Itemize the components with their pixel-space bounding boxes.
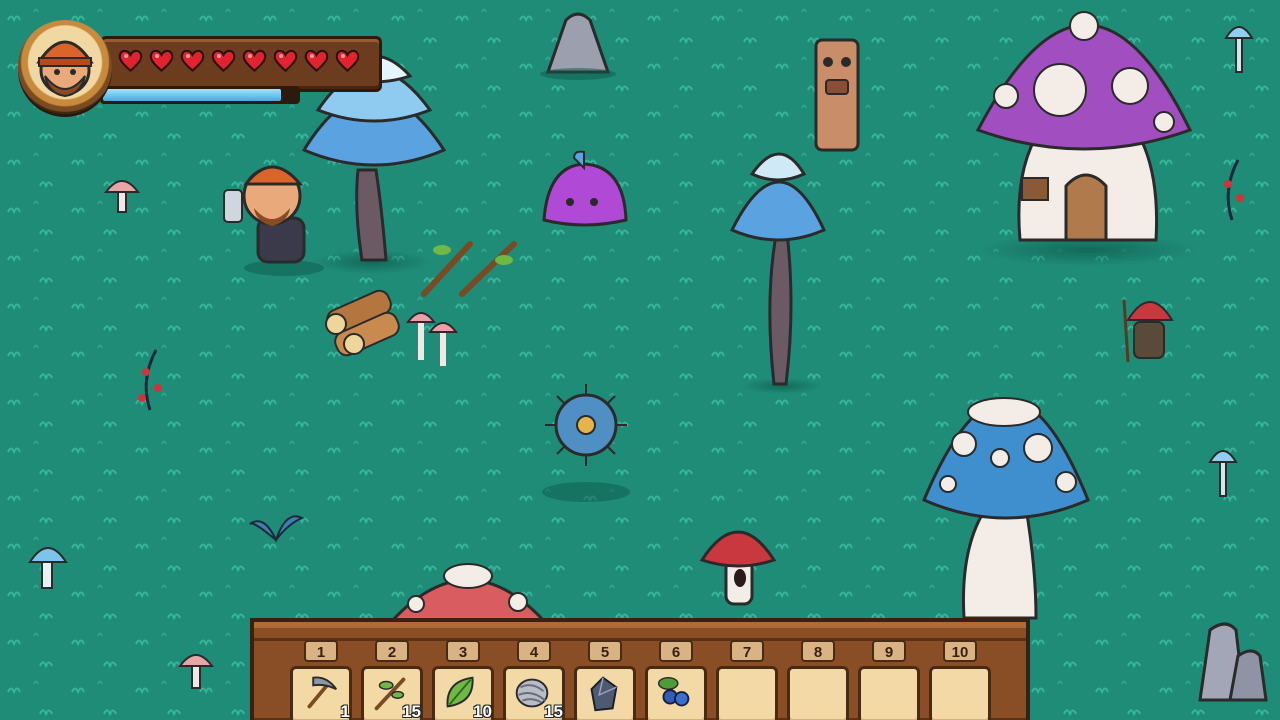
heart-icon [211,49,236,72]
heart-icon [273,49,298,72]
hotbar-slot-4[interactable]: 4 15 [503,640,565,720]
hotbar-slot-1[interactable]: 11 [290,640,352,720]
stamina-fill [103,89,282,101]
slot-number: 1 [304,640,338,662]
slot-number: 10 [943,640,977,662]
slot-number: 6 [659,640,693,662]
slot-number: 9 [872,640,906,662]
item-count: 1 [340,702,350,720]
slot-number: 3 [446,640,480,662]
slot-frame[interactable] [716,666,778,720]
heart-icon [242,49,267,72]
hotbar-slot-9[interactable]: 9 [858,640,920,720]
lumberjack-portrait-icon [18,20,112,114]
item-count: 15 [402,702,421,720]
heart-icon [180,49,205,72]
hotbar-slot-6[interactable]: 6 [645,640,707,720]
game-viewport[interactable]: 1 1 2 15 3 10 4 15 5 6 7 8 9 10 [0,0,1280,720]
hotbar-slot-8[interactable]: 8 [787,640,849,720]
hotbar-slot-7[interactable]: 7 [716,640,778,720]
slot-number: 8 [801,640,835,662]
inventory-hotbar: 1 1 2 15 3 10 4 15 5 6 7 8 9 10 [250,618,1030,720]
hotbar-slot-10[interactable]: 10 [929,640,991,720]
hotbar-slot-2[interactable]: 2 15 [361,640,423,720]
slot-frame[interactable] [787,666,849,720]
hearts-row [117,47,361,74]
slot-number: 5 [588,640,622,662]
crystal-icon [590,676,618,712]
pickaxe-icon [307,676,338,709]
berry-icon [657,676,690,707]
heart-icon [335,49,360,72]
item-count: 10 [473,702,492,720]
heart-icon [304,49,329,72]
player-hud [0,0,420,130]
stamina-bar [100,86,300,104]
wooden-totem[interactable] [814,38,860,152]
house-door [1064,173,1108,242]
slot-number: 2 [375,640,409,662]
health-bar [100,36,382,92]
slot-frame[interactable] [929,666,991,720]
slot-frame[interactable] [858,666,920,720]
hotbar-slots: 1 1 2 15 3 10 4 15 5 6 7 8 9 10 [290,640,991,720]
hotbar-slot-3[interactable]: 3 10 [432,640,494,720]
heart-icon [149,49,174,72]
slot-number: 7 [730,640,764,662]
slot-number: 4 [517,640,551,662]
item-count: 15 [544,702,563,720]
heart-icon [118,49,143,72]
hotbar-slot-5[interactable]: 5 [574,640,636,720]
